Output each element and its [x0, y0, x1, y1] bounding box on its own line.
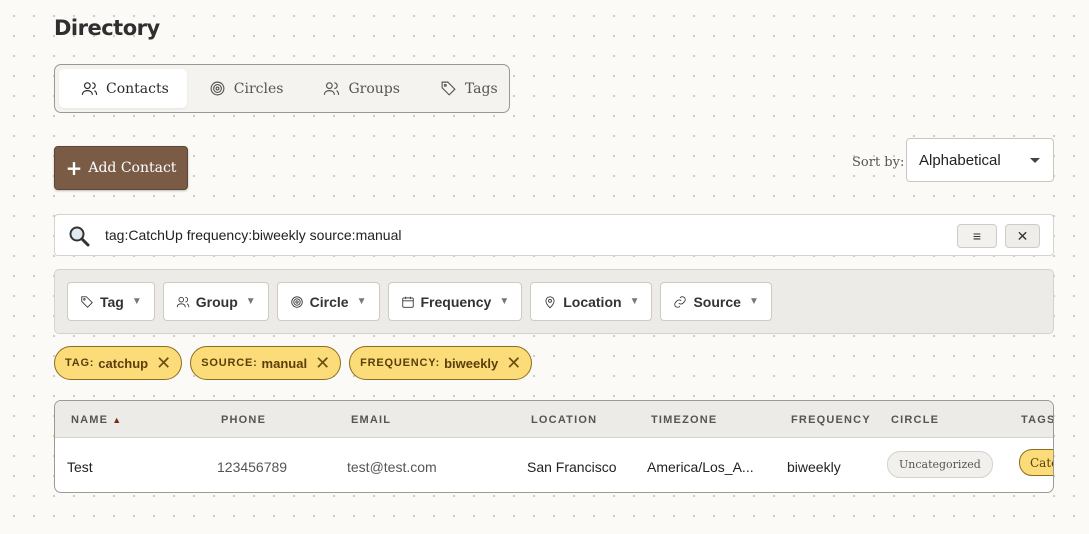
- cell-name: Test: [67, 459, 93, 475]
- link-icon: [674, 295, 687, 308]
- chip-key: SOURCE:: [201, 357, 258, 369]
- search-icon: [69, 226, 90, 247]
- circle-badge: Uncategorized: [887, 451, 993, 478]
- close-icon: ✕: [1016, 227, 1029, 244]
- filter-bar: Tag ▼ Group ▼ Circle ▼ Frequency ▼ Locat…: [54, 269, 1054, 334]
- filter-source-button[interactable]: Source ▼: [660, 282, 772, 321]
- filter-label: Frequency: [420, 293, 492, 310]
- column-header-circle[interactable]: CIRCLE: [891, 414, 939, 426]
- target-icon: [210, 81, 225, 96]
- filter-label: Circle: [309, 293, 349, 310]
- chevron-down-icon: ▼: [245, 296, 256, 307]
- chevron-down-icon: [1030, 158, 1040, 163]
- tab-tags[interactable]: Tags: [418, 69, 516, 108]
- chevron-down-icon: ▼: [131, 296, 142, 307]
- column-header-location[interactable]: LOCATION: [531, 414, 597, 426]
- cell-location: San Francisco: [527, 459, 617, 475]
- sort-select[interactable]: Alphabetical: [906, 138, 1054, 182]
- column-label: NAME: [71, 414, 109, 426]
- filter-label: Tag: [100, 293, 124, 310]
- chip-key: TAG:: [65, 357, 95, 369]
- filter-label: Source: [693, 293, 741, 310]
- tag-icon: [441, 81, 456, 96]
- plus-icon: +: [65, 156, 83, 180]
- cell-email: test@test.com: [347, 459, 437, 475]
- chip-value: manual: [261, 355, 308, 371]
- column-header-tags[interactable]: TAGS: [1021, 414, 1053, 426]
- column-header-timezone[interactable]: TIMEZONE: [651, 414, 717, 426]
- filter-tag-button[interactable]: Tag ▼: [67, 282, 155, 321]
- tab-label: Groups: [348, 80, 400, 97]
- sort-asc-icon: ▲: [112, 415, 123, 425]
- clear-search-button[interactable]: ✕: [1005, 224, 1040, 248]
- column-header-phone[interactable]: PHONE: [221, 414, 266, 426]
- cell-frequency: biweekly: [787, 459, 841, 475]
- users-icon: [81, 82, 98, 95]
- filter-chip-source: SOURCE: manual ✕: [190, 346, 342, 380]
- contacts-table: NAME ▲ PHONE EMAIL LOCATION TIMEZONE FREQ…: [54, 400, 1054, 493]
- chevron-down-icon: ▼: [356, 296, 367, 307]
- add-contact-button[interactable]: + Add Contact: [54, 146, 188, 190]
- chip-key: FREQUENCY:: [360, 357, 441, 369]
- sort-label: Sort by:: [852, 155, 905, 170]
- calendar-icon: [401, 296, 414, 308]
- chevron-down-icon: ▼: [499, 296, 510, 307]
- search-input[interactable]: [105, 215, 985, 255]
- filter-chip-tag: TAG: catchup ✕: [54, 346, 183, 380]
- tab-label: Circles: [233, 80, 284, 97]
- users-icon: [324, 82, 340, 95]
- chip-value: biweekly: [444, 355, 499, 371]
- close-icon[interactable]: ✕: [315, 354, 330, 372]
- filter-circle-button[interactable]: Circle ▼: [276, 282, 380, 321]
- add-contact-label: Add Contact: [88, 160, 177, 176]
- tab-circles[interactable]: Circles: [187, 69, 302, 108]
- chevron-down-icon: ▼: [748, 296, 759, 307]
- table-header: NAME ▲ PHONE EMAIL LOCATION TIMEZONE FREQ…: [55, 401, 1053, 438]
- tag-pill: CatchUp: [1019, 449, 1053, 476]
- page-title: Directory: [54, 16, 160, 40]
- close-icon[interactable]: ✕: [156, 354, 171, 372]
- close-icon[interactable]: ✕: [506, 354, 521, 372]
- tab-groups[interactable]: Groups: [301, 69, 417, 108]
- users-icon: [176, 296, 190, 307]
- tab-contacts[interactable]: Contacts: [59, 69, 187, 108]
- sort-value: Alphabetical: [919, 151, 1001, 169]
- column-header-name[interactable]: NAME ▲: [71, 414, 122, 426]
- active-filter-chips: TAG: catchup ✕ SOURCE: manual ✕ FREQUENC…: [54, 346, 533, 380]
- column-header-email[interactable]: EMAIL: [351, 414, 391, 426]
- filter-location-button[interactable]: Location ▼: [530, 282, 653, 321]
- cell-phone: 123456789: [217, 459, 288, 475]
- filter-chip-frequency: FREQUENCY: biweekly ✕: [349, 346, 533, 380]
- search-bar: ≡ ✕: [54, 214, 1054, 256]
- cell-timezone: America/Los_A...: [647, 459, 754, 475]
- chevron-down-icon: ▼: [629, 296, 640, 307]
- tab-label: Tags: [464, 80, 498, 97]
- filter-label: Location: [563, 293, 622, 310]
- filter-label: Group: [195, 293, 238, 310]
- map-pin-icon: [545, 295, 555, 308]
- list-icon: ≡: [972, 228, 982, 244]
- filter-frequency-button[interactable]: Frequency ▼: [387, 282, 523, 321]
- column-header-frequency[interactable]: FREQUENCY: [791, 414, 871, 426]
- filter-group-button[interactable]: Group ▼: [162, 282, 269, 321]
- chip-value: catchup: [98, 355, 149, 371]
- target-icon: [290, 295, 303, 308]
- tag-icon: [81, 295, 93, 308]
- directory-tabs: Contacts Circles Groups Tags: [54, 64, 510, 113]
- list-button[interactable]: ≡: [957, 224, 997, 248]
- tab-label: Contacts: [106, 80, 169, 97]
